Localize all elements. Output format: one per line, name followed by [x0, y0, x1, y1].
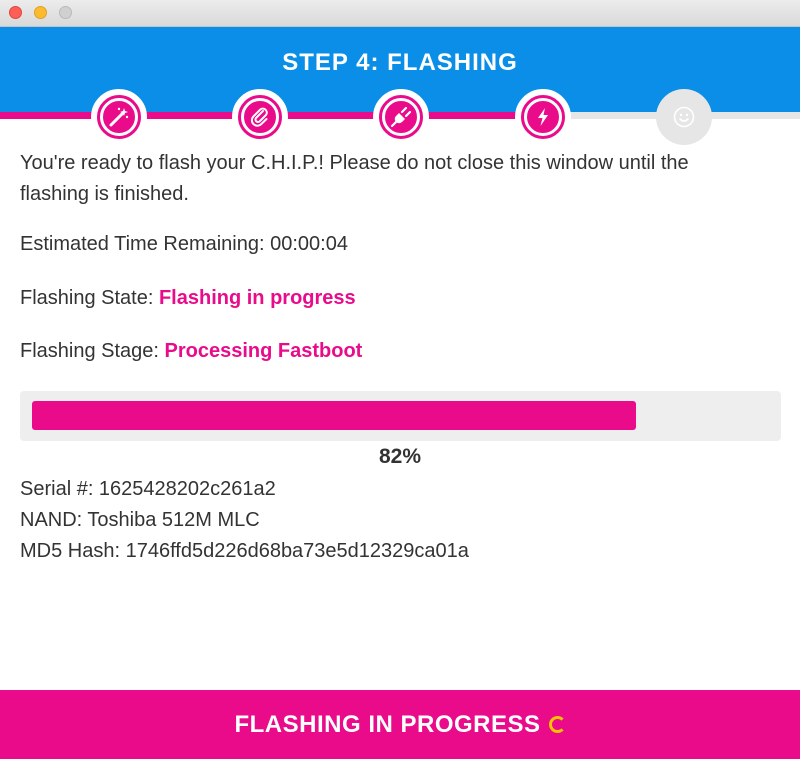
flashing-state-value: Flashing in progress [158, 287, 356, 309]
intro-text: You're ready to flash your C.H.I.P.! Ple… [20, 152, 689, 205]
status-footer-button[interactable]: FLASHING IN PROGRESS [0, 690, 800, 759]
footer-label: FLASHING IN PROGRESS [234, 710, 541, 738]
window-titlebar [0, 0, 800, 27]
md5-hash: MD5 Hash: 1746ffd5d226d68ba73e5d12329ca0… [20, 540, 469, 562]
smiley-face-icon [672, 105, 696, 129]
flashing-stage-label: Flashing Stage: [20, 340, 165, 362]
time-remaining: Estimated Time Remaining: 00:00:04 [20, 233, 348, 255]
window-zoom-button[interactable] [59, 6, 72, 19]
paperclip-icon [249, 106, 271, 128]
nand-info: NAND: Toshiba 512M MLC [20, 509, 260, 531]
step-indicator-2 [232, 89, 288, 145]
plug-icon [390, 106, 412, 128]
window-close-button[interactable] [9, 6, 22, 19]
magic-wand-icon [108, 106, 130, 128]
window-minimize-button[interactable] [34, 6, 47, 19]
progress-percent: 82% [378, 445, 422, 468]
flash-progress-bar [20, 391, 781, 441]
serial-number: Serial #: 1625428202c261a2 [20, 478, 276, 500]
step-indicator-5 [656, 89, 712, 145]
step-indicator-3 [373, 89, 429, 145]
flashing-state: Flashing State: Flashing in progress [20, 287, 356, 310]
flash-progress-fill [32, 401, 636, 430]
flashing-state-label: Flashing State: [20, 287, 159, 309]
spinner-icon [548, 716, 566, 733]
lightning-bolt-icon [532, 106, 554, 128]
page-title: STEP 4: FLASHING [282, 49, 518, 76]
flashing-stage-value: Processing Fastboot [164, 340, 363, 362]
flashing-stage: Flashing Stage: Processing Fastboot [20, 340, 362, 363]
step-indicator-4 [515, 89, 571, 145]
step-indicator-1 [91, 89, 147, 145]
